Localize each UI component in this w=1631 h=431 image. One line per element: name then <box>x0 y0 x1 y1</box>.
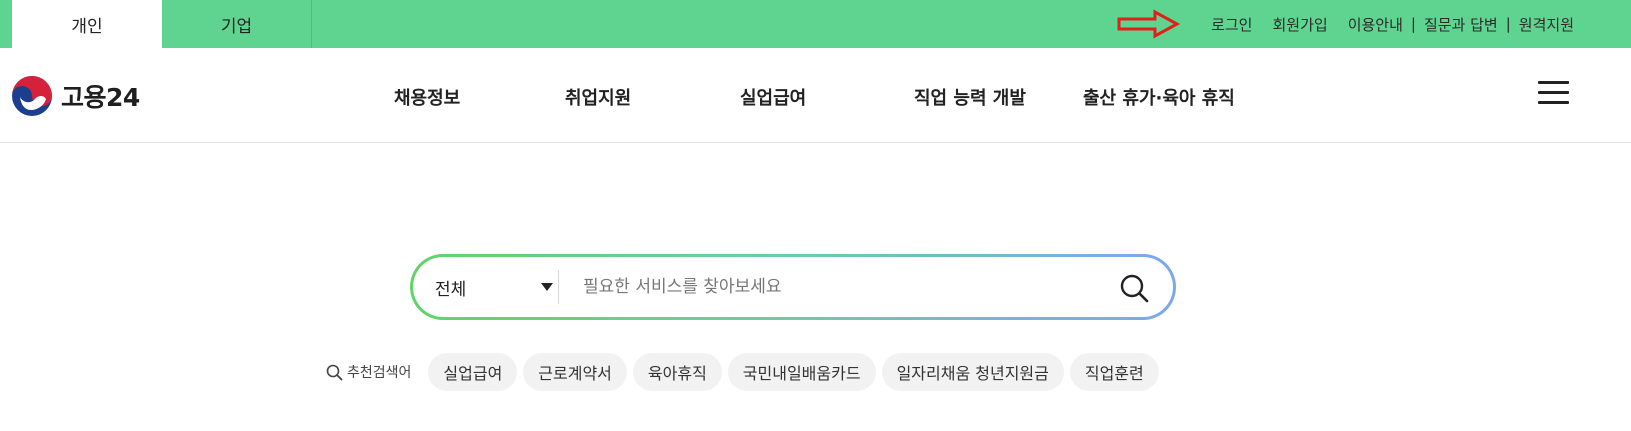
nav-employment-support[interactable]: 취업지원 <box>565 84 631 110</box>
search-inner: 전체 <box>413 257 1173 317</box>
search-small-icon <box>326 364 343 380</box>
tab-business[interactable]: 기업 <box>162 0 312 48</box>
keyword-chip[interactable]: 육아휴직 <box>632 353 722 391</box>
keyword-chip[interactable]: 일자리채움 청년지원금 <box>881 353 1064 391</box>
search-box: 전체 <box>410 254 1176 320</box>
login-link[interactable]: 로그인 <box>1211 14 1252 35</box>
site-logo[interactable]: 고용24 <box>11 75 140 117</box>
guide-link[interactable]: 이용안내 <box>1348 14 1403 35</box>
keyword-chip[interactable]: 직업훈련 <box>1069 353 1159 391</box>
utility-separator: | <box>1505 15 1511 33</box>
nav-parental-leave[interactable]: 출산 휴가·육아 휴직 <box>1083 84 1235 110</box>
search-scope-select[interactable]: 전체 <box>435 257 563 317</box>
recommended-label: 추천검색어 <box>326 362 411 382</box>
search-input[interactable] <box>583 267 1083 307</box>
remote-support-link[interactable]: 원격지원 <box>1519 14 1574 35</box>
keyword-chip[interactable]: 실업급여 <box>428 353 518 391</box>
taegeuk-logo-icon <box>12 76 52 116</box>
search-icon[interactable] <box>1118 272 1150 304</box>
recommended-keywords: 추천검색어 실업급여 근로계약서 육아휴직 국민내일배움카드 일자리채움 청년지… <box>326 352 1165 392</box>
utility-separator: | <box>1410 15 1416 33</box>
qna-link[interactable]: 질문과 답변 <box>1424 14 1498 35</box>
nav-job-training[interactable]: 직업 능력 개발 <box>914 84 1026 110</box>
hamburger-icon[interactable] <box>1538 81 1569 105</box>
nav-unemployment-benefit[interactable]: 실업급여 <box>740 84 806 110</box>
red-arrow-annotation-icon <box>1117 9 1181 39</box>
nav-job-info[interactable]: 채용정보 <box>394 84 460 110</box>
site-header: 고용24 채용정보 취업지원 실업급여 직업 능력 개발 출산 휴가·육아 휴직 <box>0 48 1631 143</box>
logo-text: 고용24 <box>61 83 140 112</box>
search-scope-value: 전체 <box>435 279 467 300</box>
utility-menu: 로그인 회원가입 이용안내 | 질문과 답변 | 원격지원 <box>1211 0 1574 48</box>
keyword-chip[interactable]: 근로계약서 <box>523 353 627 391</box>
tab-personal[interactable]: 개인 <box>12 0 162 48</box>
recommended-label-text: 추천검색어 <box>347 365 412 381</box>
signup-link[interactable]: 회원가입 <box>1272 14 1327 35</box>
caret-down-icon <box>541 283 553 291</box>
top-bar: 개인 기업 로그인 회원가입 이용안내 | 질문과 답변 | 원격지원 <box>0 0 1631 48</box>
search-divider <box>558 270 559 304</box>
keyword-chip[interactable]: 국민내일배움카드 <box>727 353 876 391</box>
